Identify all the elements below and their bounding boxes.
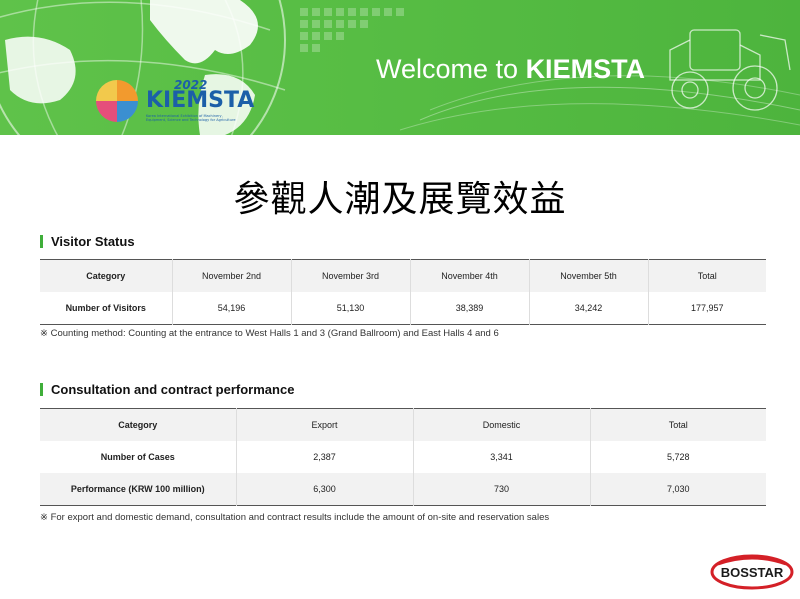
header-cell: Export bbox=[236, 408, 414, 441]
header-cell: November 3rd bbox=[291, 259, 411, 292]
consultation-table: Category Export Domestic Total Number of… bbox=[40, 408, 766, 506]
header-cell: Category bbox=[40, 259, 173, 292]
row-label: Number of Cases bbox=[40, 441, 237, 473]
kiemsta-emblem-icon bbox=[96, 80, 138, 122]
table-cell: 51,130 bbox=[291, 292, 411, 325]
visitor-status-note: ※ Counting method: Counting at the entra… bbox=[40, 328, 499, 339]
table-header-row: Category Export Domestic Total bbox=[40, 408, 766, 441]
bosstar-logo-text: BOSSTAR bbox=[721, 565, 784, 580]
kiemsta-logo: 2022 KIEMSTA Korea International Exhibit… bbox=[96, 78, 254, 128]
table-cell: 2,387 bbox=[236, 441, 414, 473]
logo-name: KIEMSTA bbox=[146, 88, 255, 113]
visitor-status-title: Visitor Status bbox=[40, 235, 135, 248]
table-cell: 7,030 bbox=[666, 484, 690, 494]
table-cell: 54,196 bbox=[172, 292, 292, 325]
table-cell: 730 bbox=[413, 473, 591, 506]
table-row: Number of Cases 2,387 3,341 5,728 bbox=[40, 441, 766, 473]
table-row: Number of Visitors 54,196 51,130 38,389 … bbox=[40, 292, 766, 325]
row-label: Performance (KRW 100 million) bbox=[40, 473, 237, 506]
welcome-brand: KIEMSTA bbox=[525, 54, 646, 84]
welcome-text: Welcome to KIEMSTA bbox=[376, 54, 645, 85]
welcome-prefix: Welcome to bbox=[376, 54, 526, 84]
bosstar-logo: BOSSTAR bbox=[710, 554, 794, 590]
header-cell: November 4th bbox=[410, 259, 530, 292]
header-cell: Total bbox=[668, 420, 688, 430]
table-cell: 5,728 bbox=[666, 452, 690, 462]
header-cell: November 2nd bbox=[172, 259, 292, 292]
header-cell: Category bbox=[40, 408, 237, 441]
table-cell: 38,389 bbox=[410, 292, 530, 325]
consultation-note: ※ For export and domestic demand, consul… bbox=[40, 512, 550, 523]
consultation-title: Consultation and contract performance bbox=[40, 383, 294, 396]
visitor-status-table: Category November 2nd November 3rd Novem… bbox=[40, 259, 766, 325]
table-cell: 34,242 bbox=[529, 292, 649, 325]
logo-subtitle: Korea International Exhibition of Machin… bbox=[146, 114, 236, 122]
table-cell: 177,957 bbox=[690, 303, 724, 313]
table-cell: 6,300 bbox=[236, 473, 414, 506]
header-cell: Total bbox=[697, 271, 717, 281]
header-cell: November 5th bbox=[529, 259, 649, 292]
table-row: Performance (KRW 100 million) 6,300 730 … bbox=[40, 473, 766, 506]
table-cell: 3,341 bbox=[413, 441, 591, 473]
header-cell: Domestic bbox=[413, 408, 591, 441]
header-banner: 2022 KIEMSTA Korea International Exhibit… bbox=[0, 0, 800, 135]
row-label: Number of Visitors bbox=[40, 292, 173, 325]
table-header-row: Category November 2nd November 3rd Novem… bbox=[40, 259, 766, 292]
page-title: 參觀人潮及展覽效益 bbox=[233, 179, 567, 220]
